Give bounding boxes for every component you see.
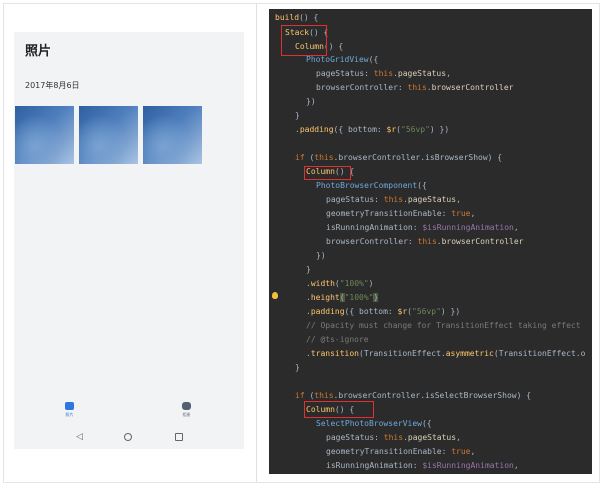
- code-line: .width("100%"): [306, 279, 374, 288]
- code-line: .transition(TransitionEffect.asymmetric(…: [306, 349, 586, 358]
- highlight-box-stack: [281, 25, 327, 56]
- highlight-box-column: [304, 166, 351, 180]
- recents-icon[interactable]: [175, 433, 183, 441]
- code-line: geometryTransitionEnable: true,: [326, 447, 476, 456]
- code-line: // Opacity must change for TransitionEff…: [306, 321, 581, 330]
- code-line: .padding({ bottom: $r("56vp") }): [306, 307, 461, 316]
- code-line: pageStatus: this.pageStatus,: [326, 195, 461, 204]
- tab-label: 照片: [65, 412, 74, 417]
- tab-albums[interactable]: 相册: [182, 402, 191, 418]
- code-line: if (this.browserController.isBrowserShow…: [295, 153, 503, 162]
- tab-label: 相册: [182, 412, 191, 417]
- code-line: browserController: this.browserControlle…: [316, 83, 514, 92]
- divider: [256, 4, 257, 482]
- date-header: 2017年8月6日: [25, 81, 80, 90]
- code-editor[interactable]: build() { Stack() { Column() { PhotoGrid…: [269, 9, 592, 474]
- code-line: }: [295, 363, 300, 372]
- highlight-box-column: [304, 401, 374, 418]
- code-line: pageStatus: this.pageStatus,: [326, 433, 461, 442]
- page-title: 照片: [25, 44, 52, 59]
- bottom-tab-bar: 照片 相册: [14, 402, 244, 426]
- system-nav-bar: ◁: [14, 429, 244, 445]
- code-line: // @ts-ignore: [306, 335, 369, 344]
- code-line: build() {: [275, 13, 319, 22]
- photo-thumbnail[interactable]: [15, 106, 74, 164]
- photo-thumbnail[interactable]: [143, 106, 202, 164]
- code-line: }): [306, 97, 316, 106]
- phone-preview: 照片 2017年8月6日 照片 相册 ◁: [14, 32, 244, 449]
- photo-thumbnail[interactable]: [79, 106, 138, 164]
- code-line: geometryTransitionEnable: true,: [326, 209, 476, 218]
- code-line: isRunningAnimation: $isRunningAnimation,: [326, 223, 519, 232]
- code-line: isRunningAnimation: $isRunningAnimation,: [326, 461, 519, 470]
- back-icon[interactable]: ◁: [76, 432, 83, 442]
- photos-icon: [65, 402, 74, 410]
- code-line: }: [306, 265, 311, 274]
- code-line: .padding({ bottom: $r("56vp") }): [295, 125, 450, 134]
- code-line: browserController: this.browserControlle…: [326, 237, 524, 246]
- code-line: pageStatus: this.pageStatus,: [316, 69, 451, 78]
- code-line: PhotoBrowserComponent({: [316, 181, 427, 190]
- albums-icon: [182, 402, 191, 410]
- photo-grid: [15, 106, 202, 164]
- code-line: .height("100%"): [306, 293, 379, 302]
- tab-photos[interactable]: 照片: [65, 402, 74, 418]
- code-line: SelectPhotoBrowserView({: [316, 419, 432, 428]
- code-line: }: [295, 111, 300, 120]
- code-line: }): [316, 251, 326, 260]
- home-icon[interactable]: [124, 433, 132, 441]
